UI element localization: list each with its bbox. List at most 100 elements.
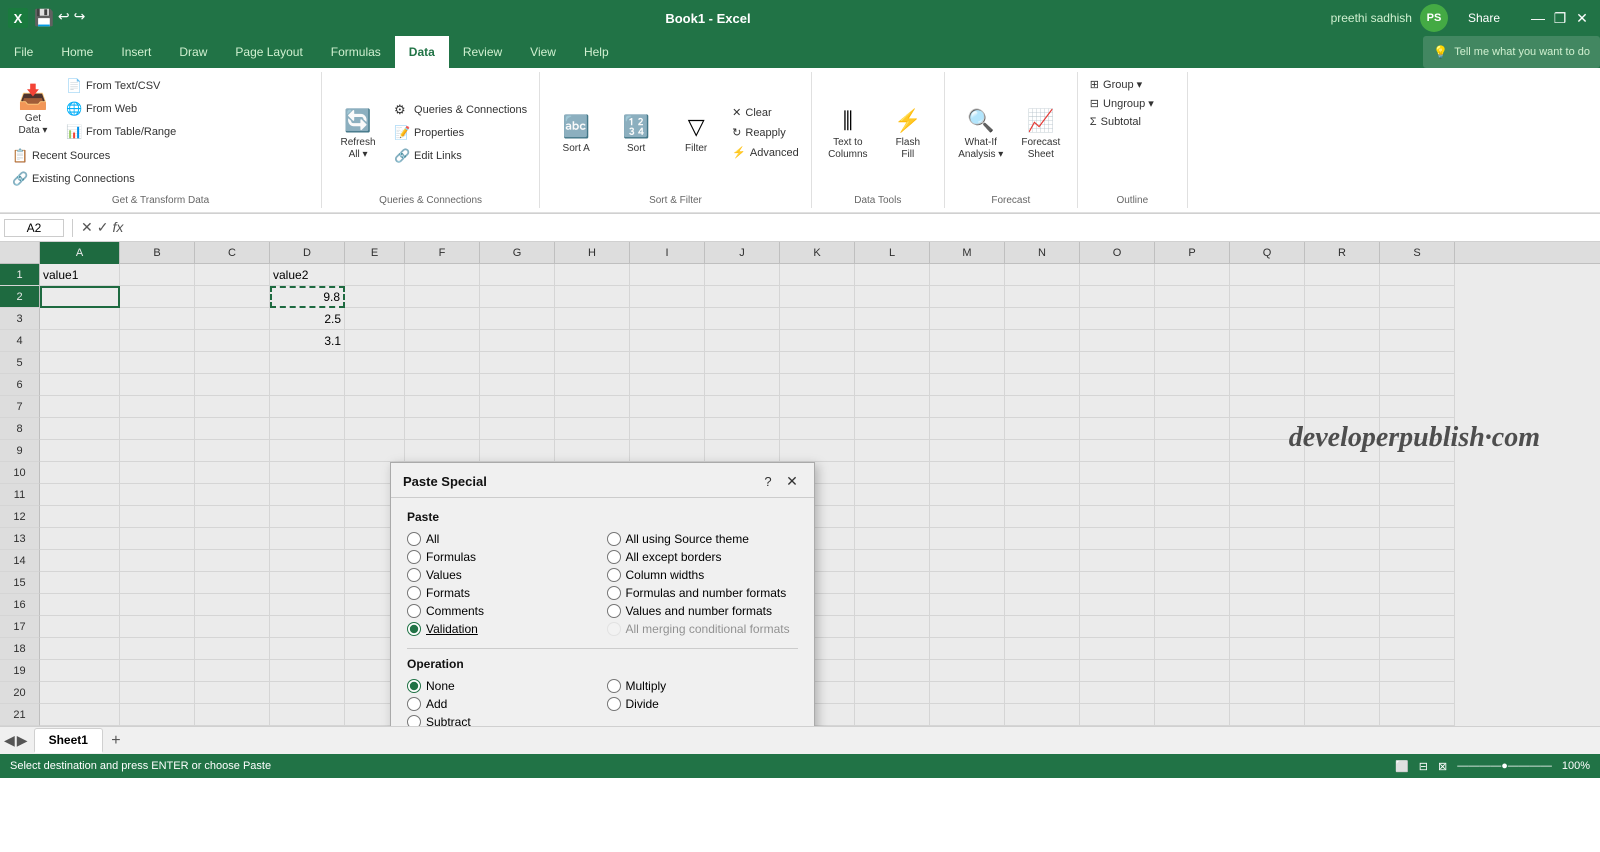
paste-col-widths-option[interactable]: Column widths [607, 568, 799, 582]
paste-formats-radio[interactable] [407, 586, 421, 600]
op-add-option[interactable]: Add [407, 697, 599, 711]
close-button[interactable]: ✕ [1572, 8, 1592, 28]
forecast-sheet-button[interactable]: 📈 Forecast Sheet [1013, 101, 1069, 165]
subtotal-button[interactable]: Σ Subtotal [1086, 114, 1145, 130]
op-none-radio[interactable] [407, 679, 421, 693]
tab-draw[interactable]: Draw [165, 36, 221, 68]
zoom-slider[interactable]: ————●———— [1457, 760, 1552, 772]
paste-formulas-radio[interactable] [407, 550, 421, 564]
window-title: Book1 - Excel [85, 11, 1330, 26]
tab-home[interactable]: Home [47, 36, 107, 68]
from-text-csv-button[interactable]: 📄 From Text/CSV [62, 76, 180, 96]
user-avatar[interactable]: PS [1420, 4, 1448, 32]
sheet-scroll-left[interactable]: ◀ [4, 732, 15, 749]
cancel-formula-icon[interactable]: ✕ [81, 219, 93, 236]
tab-file[interactable]: File [0, 36, 47, 68]
reapply-button[interactable]: ↻ Reapply [728, 124, 803, 141]
op-multiply-radio[interactable] [607, 679, 621, 693]
op-divide-option[interactable]: Divide [607, 697, 799, 711]
minimize-button[interactable]: — [1528, 8, 1548, 28]
formula-input[interactable] [127, 221, 1596, 235]
advanced-button[interactable]: ⚡ Advanced [728, 144, 803, 161]
paste-values-option[interactable]: Values [407, 568, 599, 582]
save-icon[interactable]: 💾 [34, 8, 54, 28]
text-to-columns-button[interactable]: ⫼ Text toColumns [820, 101, 876, 165]
get-data-button[interactable]: 📥 GetData ▾ [8, 76, 58, 142]
from-web-button[interactable]: 🌐 From Web [62, 99, 180, 119]
clear-button[interactable]: ✕ Clear [728, 104, 803, 121]
paste-values-num-label: Values and number formats [626, 604, 773, 618]
sheet-tab-sheet1[interactable]: Sheet1 [34, 728, 103, 753]
page-break-icon[interactable]: ⊠ [1438, 760, 1447, 773]
sort-az-icon: 🔤 [560, 111, 592, 143]
op-none-option[interactable]: None [407, 679, 599, 693]
paste-comments-option[interactable]: Comments [407, 604, 599, 618]
normal-view-icon[interactable]: ⬜ [1395, 760, 1409, 773]
maximize-button[interactable]: ❐ [1550, 8, 1570, 28]
tab-help[interactable]: Help [570, 36, 623, 68]
what-if-button[interactable]: 🔍 What-IfAnalysis ▾ [953, 101, 1009, 165]
filter-button[interactable]: ▽ Filter [668, 107, 724, 159]
paste-formula-num-radio[interactable] [607, 586, 621, 600]
forecast-icon: 📈 [1025, 105, 1057, 137]
undo-icon[interactable]: ↩ [58, 8, 70, 28]
queries-connections-button[interactable]: ⚙ Queries & Connections [390, 100, 531, 120]
paste-source-option[interactable]: All using Source theme [607, 532, 799, 546]
dialog-close-button[interactable]: ✕ [782, 471, 802, 491]
page-layout-icon[interactable]: ⊟ [1419, 760, 1428, 773]
tab-data[interactable]: Data [395, 36, 449, 68]
add-sheet-button[interactable]: + [105, 730, 127, 752]
paste-values-num-radio[interactable] [607, 604, 621, 618]
ribbon-search[interactable]: 💡 Tell me what you want to do [1423, 36, 1600, 68]
sort-az-button[interactable]: 🔤 Sort A [548, 107, 604, 159]
sheet-scroll-right[interactable]: ▶ [17, 732, 28, 749]
confirm-formula-icon[interactable]: ✓ [97, 219, 109, 236]
paste-values-num-option[interactable]: Values and number formats [607, 604, 799, 618]
ungroup-button[interactable]: ⊟ Ungroup ▾ [1086, 95, 1158, 112]
paste-all-radio[interactable] [407, 532, 421, 546]
paste-all-option[interactable]: All [407, 532, 599, 546]
paste-validation-option[interactable]: Validation [407, 622, 599, 636]
paste-formulas-option[interactable]: Formulas [407, 550, 599, 564]
paste-merging-radio[interactable] [607, 622, 621, 636]
edit-links-button[interactable]: 🔗 Edit Links [390, 146, 531, 166]
recent-sources-button[interactable]: 📋 Recent Sources [8, 146, 139, 166]
paste-formula-num-option[interactable]: Formulas and number formats [607, 586, 799, 600]
paste-merging-option[interactable]: All merging conditional formats [607, 622, 799, 636]
op-subtract-radio[interactable] [407, 715, 421, 726]
group-button[interactable]: ⊞ Group ▾ [1086, 76, 1146, 93]
paste-except-borders-option[interactable]: All except borders [607, 550, 799, 564]
share-button[interactable]: Share [1456, 7, 1512, 29]
ribbon-content: 📥 GetData ▾ 📄 From Text/CSV 🌐 From Web [0, 68, 1600, 213]
paste-validation-radio[interactable] [407, 622, 421, 636]
user-name: preethi sadhish [1331, 11, 1412, 25]
subtotal-label: Subtotal [1101, 116, 1141, 128]
text-columns-icon: ⫼ [832, 105, 864, 137]
paste-formats-option[interactable]: Formats [407, 586, 599, 600]
filter-icon: ▽ [680, 111, 712, 143]
op-divide-radio[interactable] [607, 697, 621, 711]
op-subtract-option[interactable]: Subtract [407, 715, 599, 726]
tab-view[interactable]: View [516, 36, 570, 68]
tab-pagelayout[interactable]: Page Layout [221, 36, 316, 68]
paste-except-borders-radio[interactable] [607, 550, 621, 564]
refresh-all-button[interactable]: 🔄 RefreshAll ▾ [330, 101, 386, 165]
flash-fill-button[interactable]: ⚡ FlashFill [880, 101, 936, 165]
properties-button[interactable]: 📝 Properties [390, 123, 531, 143]
redo-icon[interactable]: ↪ [74, 8, 86, 28]
dialog-help-icon[interactable]: ? [758, 471, 778, 491]
op-add-radio[interactable] [407, 697, 421, 711]
insert-function-icon[interactable]: fx [112, 219, 123, 236]
paste-col-widths-radio[interactable] [607, 568, 621, 582]
tab-formulas[interactable]: Formulas [317, 36, 395, 68]
paste-values-radio[interactable] [407, 568, 421, 582]
tab-insert[interactable]: Insert [107, 36, 165, 68]
paste-comments-radio[interactable] [407, 604, 421, 618]
cell-reference[interactable] [4, 219, 64, 237]
op-multiply-option[interactable]: Multiply [607, 679, 799, 693]
existing-connections-button[interactable]: 🔗 Existing Connections [8, 169, 139, 189]
tab-review[interactable]: Review [449, 36, 516, 68]
sort-za-button[interactable]: 🔢 Sort [608, 107, 664, 159]
paste-source-radio[interactable] [607, 532, 621, 546]
from-table-button[interactable]: 📊 From Table/Range [62, 122, 180, 142]
